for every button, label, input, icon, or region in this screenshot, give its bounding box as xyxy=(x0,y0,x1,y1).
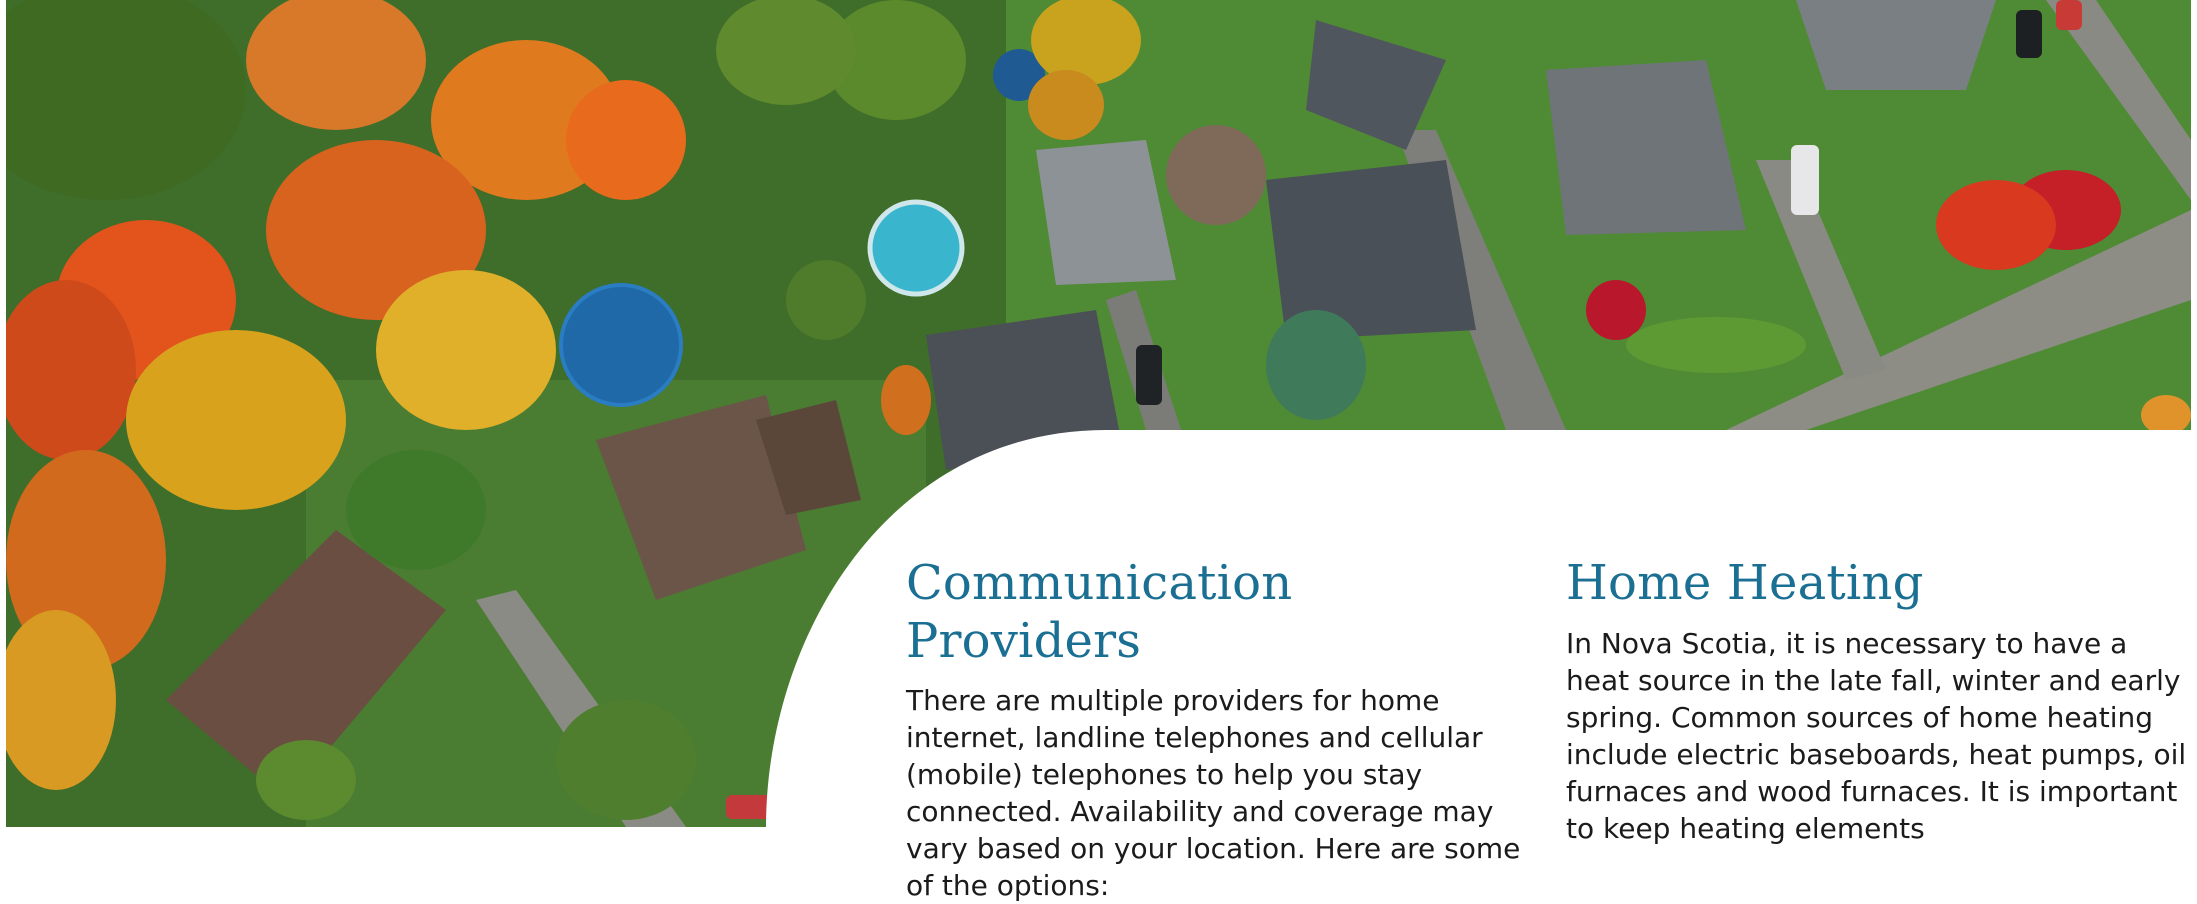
aerial-photo xyxy=(6,0,2191,827)
